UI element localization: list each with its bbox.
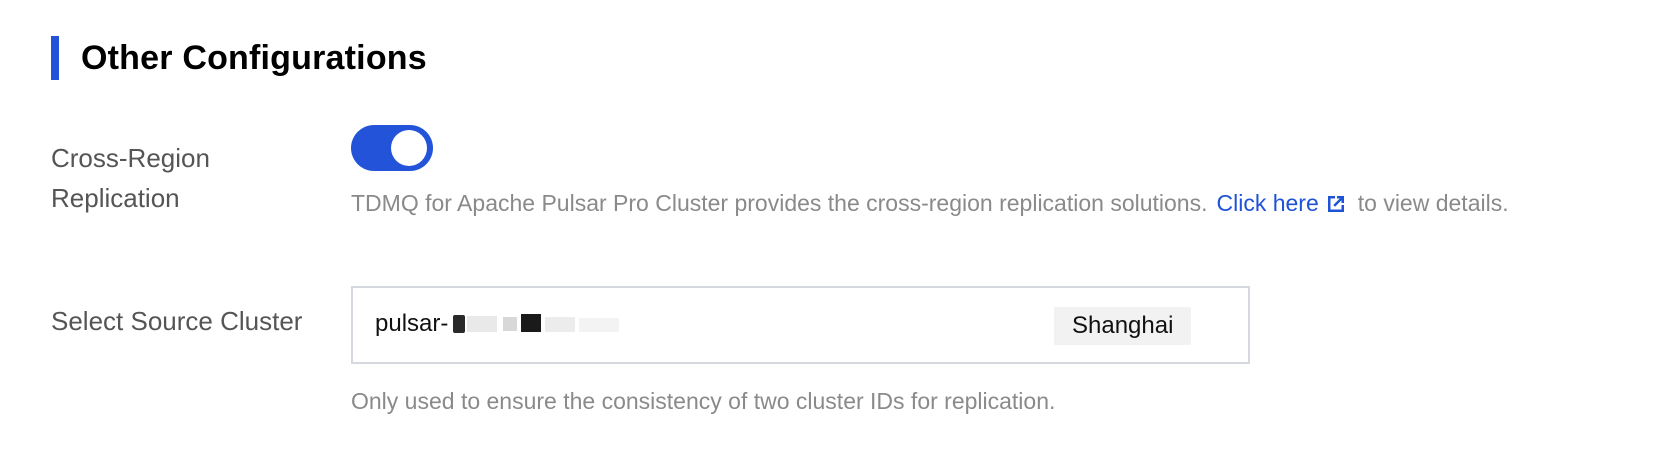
external-link-icon [1327, 195, 1344, 212]
cross-region-replication-label: Cross-Region Replication [51, 138, 291, 218]
section-header: Other Configurations [51, 36, 427, 80]
cross-region-help-prefix: TDMQ for Apache Pulsar Pro Cluster provi… [351, 190, 1208, 216]
region-tag: Shanghai [1054, 307, 1192, 345]
section-accent-bar [51, 36, 59, 80]
source-cluster-select[interactable]: pulsar- Shanghai [351, 286, 1250, 364]
cross-region-replication-toggle[interactable] [351, 125, 433, 171]
toggle-knob [391, 130, 427, 166]
select-source-cluster-label: Select Source Cluster [51, 306, 303, 336]
click-here-link[interactable]: Click here [1216, 190, 1346, 217]
section-title: Other Configurations [81, 38, 427, 77]
click-here-link-text: Click here [1216, 190, 1319, 216]
redacted-cluster-id [453, 314, 619, 333]
cross-region-help-text: TDMQ for Apache Pulsar Pro Cluster provi… [351, 190, 1509, 217]
source-cluster-value: pulsar- [375, 310, 449, 337]
cross-region-replication-label-text: Cross-Region Replication [51, 143, 210, 213]
cross-region-help-suffix: to view details. [1357, 190, 1509, 216]
source-cluster-help-text: Only used to ensure the consistency of t… [351, 388, 1056, 414]
